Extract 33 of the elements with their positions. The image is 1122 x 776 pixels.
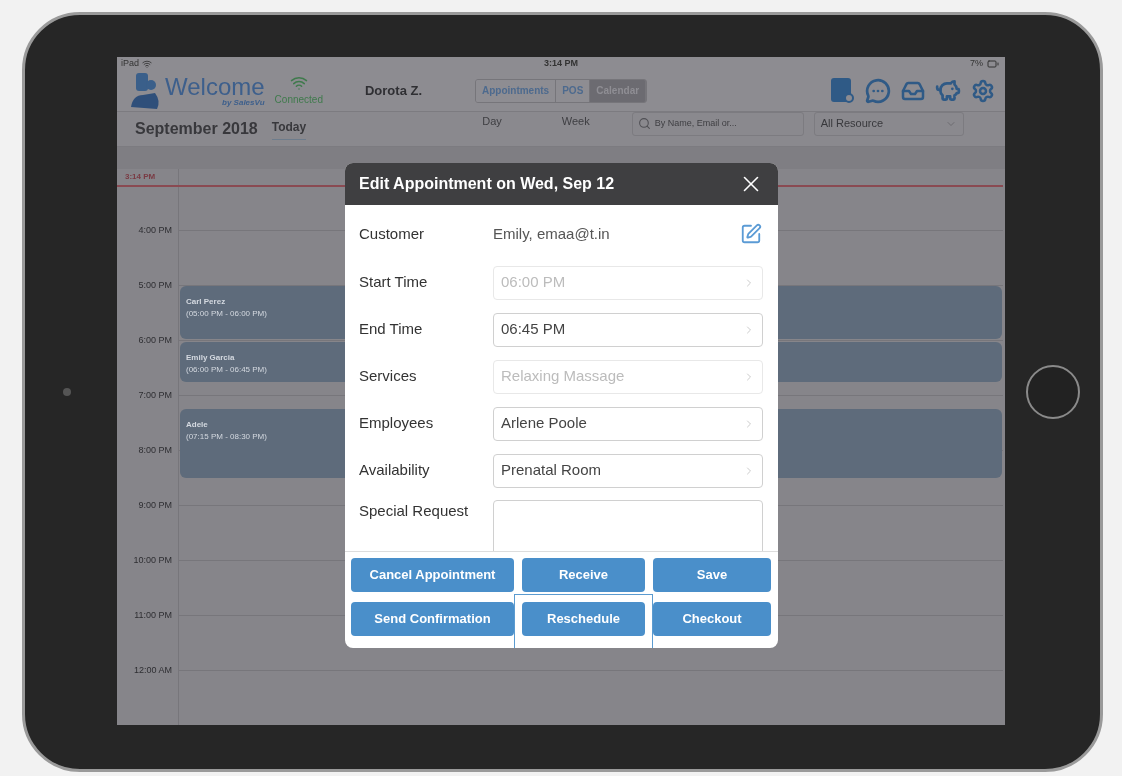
- connection-status: Connected: [274, 93, 323, 107]
- field-label: Start Time: [359, 272, 429, 293]
- battery-percent: 7%: [970, 57, 983, 70]
- field-label: End Time: [359, 319, 424, 340]
- hour-label: 10:00 PM: [133, 554, 172, 566]
- appointment-time: (05:00 PM - 06:00 PM): [186, 308, 267, 320]
- appointment-time: (07:15 PM - 08:30 PM): [186, 431, 267, 443]
- dialog-title: Edit Appointment on Wed, Sep 12: [359, 174, 616, 194]
- field-label: Employees: [359, 413, 435, 434]
- customer-value: Emily, emaa@t.in: [493, 223, 611, 244]
- device-label: iPad: [121, 57, 139, 70]
- hour-label: 6:00 PM: [138, 334, 172, 346]
- field-label: Availability: [359, 460, 431, 481]
- field-label: Special Request: [359, 501, 470, 521]
- appointment-name: Adele: [186, 419, 208, 431]
- month-title: September 2018: [135, 118, 258, 139]
- hour-label: 11:00 PM: [134, 609, 172, 621]
- appointment-name: Emily Garcia: [186, 352, 235, 364]
- hour-label: 12:00 AM: [133, 664, 172, 676]
- current-time-label: 3:14 PM: [125, 171, 156, 183]
- field-label: Customer: [359, 223, 426, 244]
- status-time: 3:14 PM: [544, 57, 578, 70]
- hour-label: 9:00 PM: [138, 499, 172, 511]
- brand-subtitle: by SalesVu: [222, 98, 265, 107]
- appointment-time: (06:00 PM - 06:45 PM): [186, 364, 267, 376]
- hour-label: 4:00 PM: [138, 224, 172, 236]
- brand-name: Welcome: [165, 74, 265, 99]
- appointment-name: Carl Perez: [186, 296, 226, 308]
- hour-label: 8:00 PM: [138, 444, 172, 456]
- user-name: Dorota Z.: [364, 81, 424, 100]
- hour-label: 7:00 PM: [138, 389, 172, 401]
- field-label: Services: [359, 366, 418, 387]
- hour-label: 5:00 PM: [138, 279, 172, 291]
